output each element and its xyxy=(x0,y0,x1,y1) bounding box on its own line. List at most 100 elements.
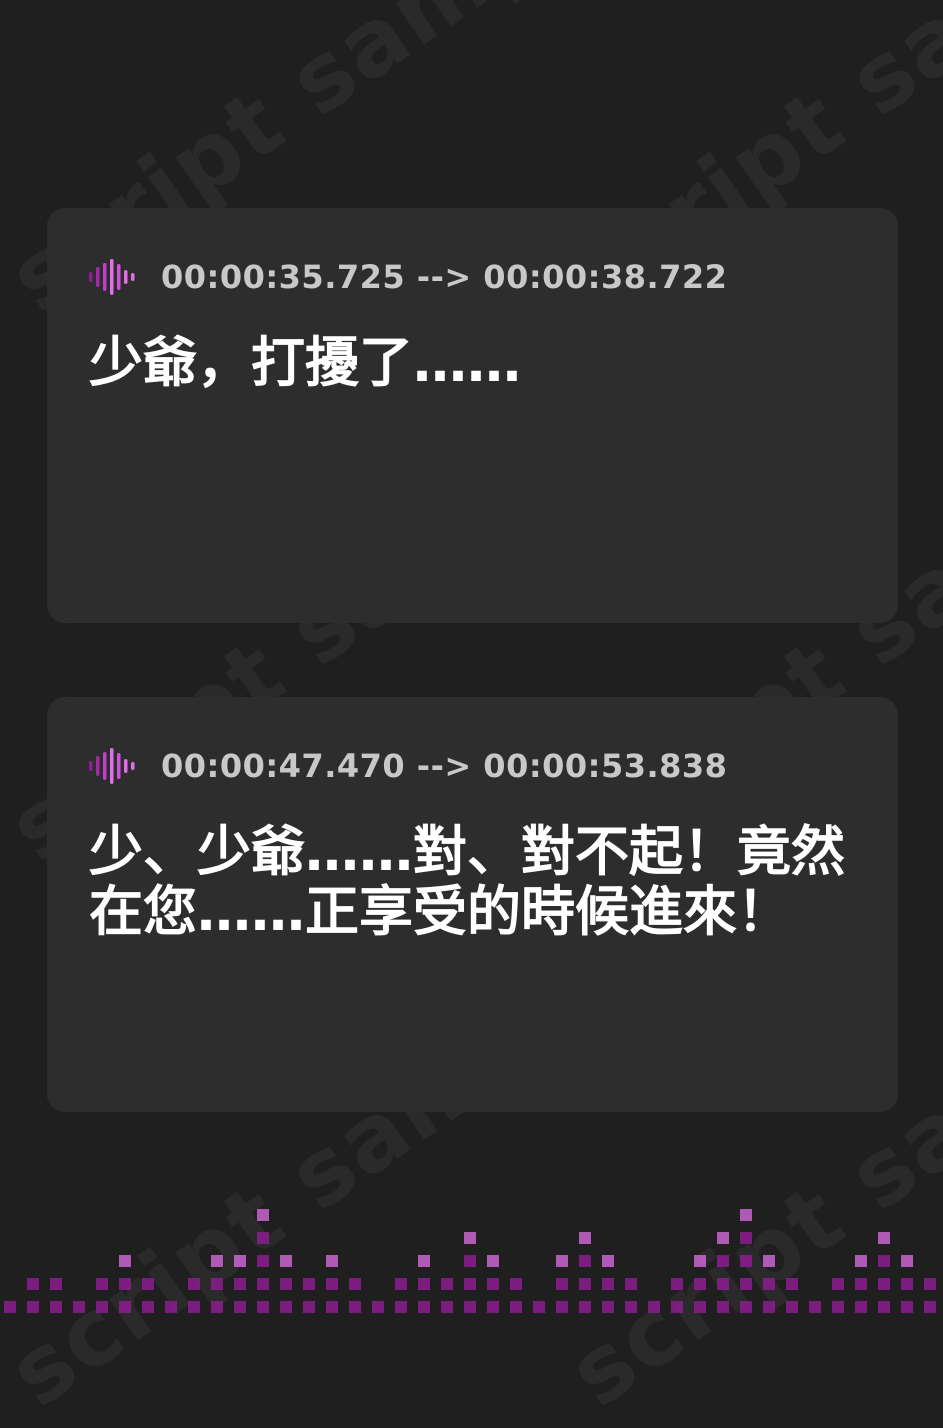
equalizer-square xyxy=(671,1278,683,1290)
equalizer-square xyxy=(786,1278,798,1290)
equalizer-square xyxy=(901,1278,913,1290)
equalizer-square xyxy=(717,1278,729,1290)
equalizer-square xyxy=(441,1278,453,1290)
equalizer-square xyxy=(326,1255,338,1267)
equalizer-square xyxy=(50,1278,62,1290)
equalizer-square xyxy=(671,1301,683,1313)
equalizer-square xyxy=(924,1301,936,1313)
equalizer-square xyxy=(27,1301,39,1313)
equalizer-square xyxy=(188,1278,200,1290)
equalizer-square xyxy=(280,1278,292,1290)
equalizer-square xyxy=(763,1255,775,1267)
equalizer-square xyxy=(556,1301,568,1313)
subtitle-text: 少、少爺……對、對不起！竟然在您……正享受的時候進來！ xyxy=(89,820,845,943)
equalizer-square xyxy=(73,1301,85,1313)
equalizer-square xyxy=(510,1301,522,1313)
equalizer-square xyxy=(694,1278,706,1290)
equalizer-square xyxy=(303,1278,315,1290)
equalizer-square xyxy=(740,1301,752,1313)
equalizer-square xyxy=(257,1278,269,1290)
timecode: 00:00:47.470 --> 00:00:53.838 xyxy=(161,747,728,785)
equalizer-square xyxy=(418,1255,430,1267)
equalizer-square xyxy=(234,1278,246,1290)
equalizer-square xyxy=(326,1278,338,1290)
equalizer-square xyxy=(464,1232,476,1244)
equalizer-square xyxy=(487,1301,499,1313)
equalizer-square xyxy=(717,1232,729,1244)
equalizer-square xyxy=(142,1278,154,1290)
equalizer-square xyxy=(119,1301,131,1313)
subtitle-card: 00:00:47.470 --> 00:00:53.838 少、少爺……對、對不… xyxy=(47,697,898,1112)
equalizer-square xyxy=(694,1255,706,1267)
subtitle-text: 少爺，打擾了…… xyxy=(89,331,521,394)
equalizer-square xyxy=(740,1278,752,1290)
equalizer-square xyxy=(211,1301,223,1313)
equalizer-square xyxy=(487,1278,499,1290)
equalizer-square xyxy=(579,1278,591,1290)
equalizer-square xyxy=(349,1278,361,1290)
equalizer-square xyxy=(809,1301,821,1313)
equalizer-square xyxy=(878,1232,890,1244)
equalizer-bars-decoration xyxy=(4,1209,936,1313)
equalizer-square xyxy=(96,1301,108,1313)
equalizer-square xyxy=(602,1255,614,1267)
equalizer-square xyxy=(257,1255,269,1267)
equalizer-square xyxy=(924,1278,936,1290)
equalizer-square xyxy=(602,1278,614,1290)
equalizer-square xyxy=(579,1301,591,1313)
equalizer-square xyxy=(234,1255,246,1267)
equalizer-square xyxy=(694,1301,706,1313)
equalizer-square xyxy=(372,1301,384,1313)
equalizer-square xyxy=(556,1278,568,1290)
equalizer-square xyxy=(579,1255,591,1267)
timecode: 00:00:35.725 --> 00:00:38.722 xyxy=(161,258,728,296)
equalizer-square xyxy=(763,1278,775,1290)
equalizer-square xyxy=(257,1209,269,1221)
equalizer-square xyxy=(303,1301,315,1313)
equalizer-square xyxy=(740,1209,752,1221)
equalizer-square xyxy=(188,1301,200,1313)
equalizer-square xyxy=(740,1232,752,1244)
equalizer-square xyxy=(464,1278,476,1290)
card-header: 00:00:47.470 --> 00:00:53.838 xyxy=(89,747,727,785)
equalizer-square xyxy=(418,1278,430,1290)
equalizer-square xyxy=(234,1301,246,1313)
equalizer-square xyxy=(556,1255,568,1267)
equalizer-square xyxy=(717,1301,729,1313)
equalizer-square xyxy=(211,1278,223,1290)
equalizer-square xyxy=(119,1278,131,1290)
equalizer-square xyxy=(533,1301,545,1313)
equalizer-square xyxy=(96,1278,108,1290)
equalizer-square xyxy=(763,1301,775,1313)
equalizer-square xyxy=(855,1255,867,1267)
equalizer-square xyxy=(441,1301,453,1313)
equalizer-square xyxy=(740,1255,752,1267)
equalizer-square xyxy=(832,1301,844,1313)
equalizer-square xyxy=(901,1301,913,1313)
equalizer-square xyxy=(487,1255,499,1267)
audio-waveform-icon xyxy=(89,259,135,295)
equalizer-square xyxy=(878,1301,890,1313)
equalizer-square xyxy=(418,1301,430,1313)
equalizer-square xyxy=(579,1232,591,1244)
equalizer-square xyxy=(878,1278,890,1290)
equalizer-square xyxy=(211,1255,223,1267)
audio-waveform-icon xyxy=(89,748,135,784)
equalizer-square xyxy=(464,1255,476,1267)
equalizer-square xyxy=(349,1301,361,1313)
equalizer-square xyxy=(625,1301,637,1313)
card-header: 00:00:35.725 --> 00:00:38.722 xyxy=(89,258,727,296)
subtitle-card: 00:00:35.725 --> 00:00:38.722 少爺，打擾了…… xyxy=(47,208,898,623)
equalizer-square xyxy=(257,1232,269,1244)
equalizer-square xyxy=(717,1255,729,1267)
equalizer-square xyxy=(901,1255,913,1267)
equalizer-square xyxy=(786,1301,798,1313)
equalizer-square xyxy=(395,1301,407,1313)
equalizer-square xyxy=(280,1301,292,1313)
equalizer-square xyxy=(27,1278,39,1290)
equalizer-square xyxy=(142,1301,154,1313)
equalizer-square xyxy=(395,1278,407,1290)
equalizer-square xyxy=(4,1301,16,1313)
equalizer-square xyxy=(257,1301,269,1313)
equalizer-square xyxy=(50,1301,62,1313)
